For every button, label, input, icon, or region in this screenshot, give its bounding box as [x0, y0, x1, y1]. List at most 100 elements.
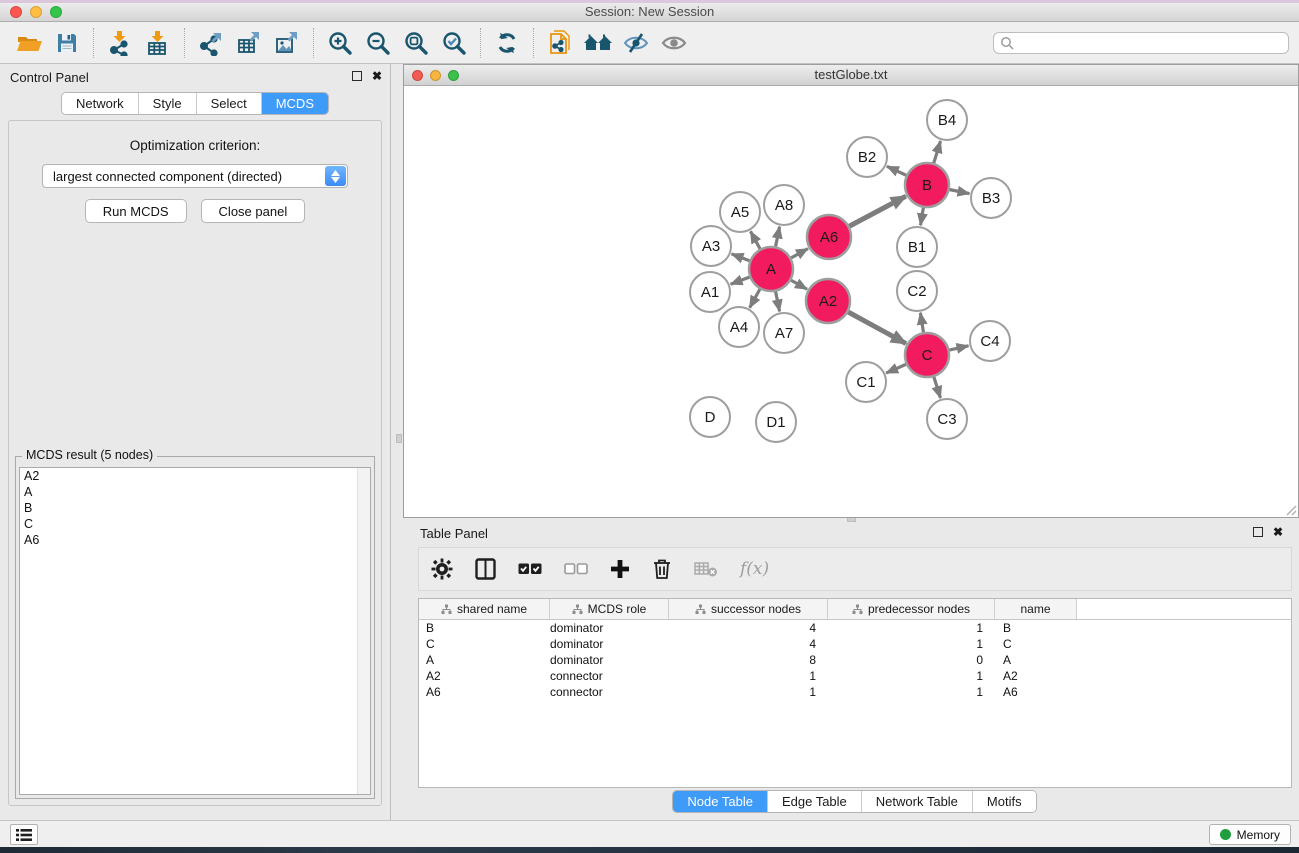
graph-node-B3[interactable] [971, 178, 1011, 218]
graph-node-A8[interactable] [764, 185, 804, 225]
result-scrollbar[interactable] [357, 468, 370, 794]
graph-node-A7[interactable] [764, 313, 804, 353]
graph-node-A[interactable] [749, 247, 793, 291]
graph-node-A2[interactable] [806, 279, 850, 323]
new-network-file-button[interactable] [541, 25, 579, 61]
network-minimize-button[interactable] [430, 70, 441, 81]
network-graph[interactable]: B4B2BB3A5A8A6A3B1AA1C2A2A4A7C4CC1C3DD1 [404, 86, 1298, 517]
graph-node-A4[interactable] [719, 307, 759, 347]
float-table-panel-button[interactable] [1253, 527, 1263, 537]
graph-node-C2[interactable] [897, 271, 937, 311]
table-cell[interactable]: dominator [550, 621, 669, 635]
export-network-button[interactable] [192, 25, 230, 61]
table-cell[interactable]: 1 [828, 669, 995, 683]
tab-mcds[interactable]: MCDS [261, 93, 328, 114]
table-cell[interactable]: connector [550, 669, 669, 683]
open-session-button[interactable] [10, 25, 48, 61]
network-close-button[interactable] [412, 70, 423, 81]
table-cell[interactable]: B [419, 621, 550, 635]
delete-column-button[interactable] [652, 558, 672, 580]
tab-edge-table[interactable]: Edge Table [767, 791, 861, 812]
tab-network[interactable]: Network [62, 93, 138, 114]
table-cell[interactable]: A2 [995, 669, 1077, 683]
mcds-result-item[interactable]: B [20, 500, 370, 516]
table-cell[interactable]: 1 [828, 685, 995, 699]
hide-network-button[interactable] [617, 25, 655, 61]
zoom-in-button[interactable] [321, 25, 359, 61]
table-row[interactable]: Cdominator41C [419, 636, 1291, 652]
select-all-button[interactable] [518, 562, 542, 576]
table-cell[interactable]: A [419, 653, 550, 667]
graph-node-B1[interactable] [897, 227, 937, 267]
import-table-button[interactable] [139, 25, 177, 61]
graph-node-C1[interactable] [846, 362, 886, 402]
home-button[interactable] [579, 25, 617, 61]
graph-node-D[interactable] [690, 397, 730, 437]
table-cell[interactable]: dominator [550, 637, 669, 651]
table-row[interactable]: Adominator80A [419, 652, 1291, 668]
column-header-MCDS-role[interactable]: MCDS role [550, 599, 669, 619]
refresh-button[interactable] [488, 25, 526, 61]
panel-menu-button[interactable] [10, 824, 38, 845]
mcds-result-item[interactable]: A2 [20, 468, 370, 484]
resize-corner-icon[interactable] [1285, 504, 1297, 516]
run-mcds-button[interactable]: Run MCDS [85, 199, 187, 223]
mcds-result-item[interactable]: A6 [20, 532, 370, 548]
table-cell[interactable]: 4 [669, 637, 828, 651]
export-image-button[interactable] [268, 25, 306, 61]
zoom-fit-button[interactable] [397, 25, 435, 61]
table-cell[interactable]: 8 [669, 653, 828, 667]
table-row[interactable]: A6connector11A6 [419, 684, 1291, 700]
titlebar[interactable]: Session: New Session [0, 3, 1299, 22]
save-session-button[interactable] [48, 25, 86, 61]
zoom-selected-button[interactable] [435, 25, 473, 61]
graph-node-C[interactable] [905, 333, 949, 377]
table-row[interactable]: A2connector11A2 [419, 668, 1291, 684]
graph-node-C4[interactable] [970, 321, 1010, 361]
table-cell[interactable]: 1 [669, 669, 828, 683]
network-zoom-button[interactable] [448, 70, 459, 81]
delete-table-button[interactable] [694, 560, 718, 578]
table-cell[interactable]: A6 [995, 685, 1077, 699]
float-panel-button[interactable] [352, 71, 362, 81]
table-cell[interactable]: 1 [828, 621, 995, 635]
graph-node-C3[interactable] [927, 399, 967, 439]
column-header-shared-name[interactable]: shared name [419, 599, 550, 619]
column-header-predecessor-nodes[interactable]: predecessor nodes [828, 599, 995, 619]
graph-node-A6[interactable] [807, 215, 851, 259]
table-cell[interactable]: dominator [550, 653, 669, 667]
network-canvas[interactable]: B4B2BB3A5A8A6A3B1AA1C2A2A4A7C4CC1C3DD1 [404, 86, 1298, 517]
deselect-all-button[interactable] [564, 562, 588, 576]
memory-button[interactable]: Memory [1209, 824, 1291, 845]
function-builder-button[interactable]: f(x) [740, 559, 769, 579]
add-column-button[interactable] [610, 559, 630, 579]
graph-node-A1[interactable] [690, 272, 730, 312]
vertical-splitter-handle[interactable] [396, 434, 402, 443]
mcds-result-item[interactable]: C [20, 516, 370, 532]
table-cell[interactable]: B [995, 621, 1077, 635]
tab-style[interactable]: Style [138, 93, 196, 114]
tab-node-table[interactable]: Node Table [673, 791, 767, 812]
graph-node-B[interactable] [905, 163, 949, 207]
export-table-button[interactable] [230, 25, 268, 61]
network-view-window[interactable]: testGlobe.txt B4B2BB3A5A8A6A3B1AA1C2A2A4… [403, 64, 1299, 518]
network-window-titlebar[interactable]: testGlobe.txt [404, 65, 1298, 86]
close-panel-button[interactable]: ✖ [372, 70, 382, 82]
import-network-button[interactable] [101, 25, 139, 61]
table-cell[interactable]: 0 [828, 653, 995, 667]
table-cell[interactable]: C [995, 637, 1077, 651]
graph-node-A3[interactable] [691, 226, 731, 266]
mcds-result-item[interactable]: A [20, 484, 370, 500]
minimize-window-button[interactable] [30, 6, 42, 18]
table-cell[interactable]: C [419, 637, 550, 651]
close-window-button[interactable] [10, 6, 22, 18]
graph-node-D1[interactable] [756, 402, 796, 442]
search-input[interactable] [993, 32, 1289, 54]
zoom-out-button[interactable] [359, 25, 397, 61]
criterion-select[interactable]: largest connected component (directed) [42, 164, 348, 188]
table-cell[interactable]: 4 [669, 621, 828, 635]
table-row[interactable]: Bdominator41B [419, 620, 1291, 636]
table-cell[interactable]: A [995, 653, 1077, 667]
table-cell[interactable]: connector [550, 685, 669, 699]
tab-network-table[interactable]: Network Table [861, 791, 972, 812]
